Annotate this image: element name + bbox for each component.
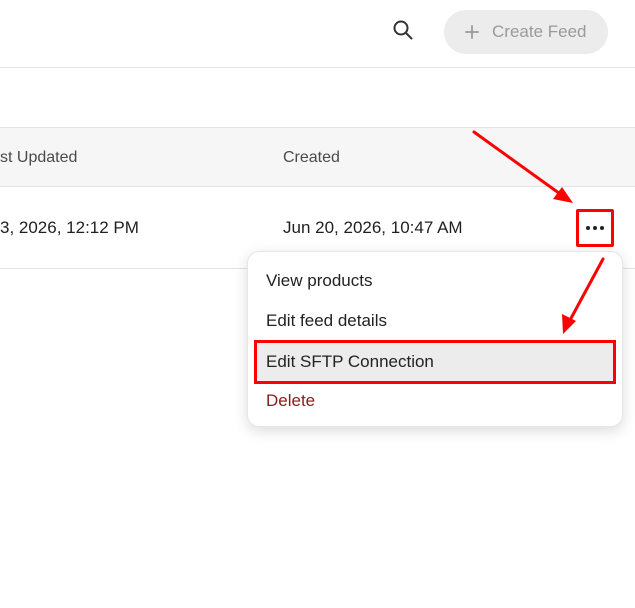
- feeds-page: Create Feed st Updated Created 3, 2026, …: [0, 0, 635, 608]
- more-horizontal-icon: [585, 226, 606, 230]
- column-header-last-updated[interactable]: st Updated: [0, 128, 77, 187]
- top-toolbar: Create Feed: [0, 0, 635, 68]
- search-button[interactable]: [388, 17, 418, 47]
- search-icon: [392, 19, 414, 46]
- menu-item-edit-feed-details[interactable]: Edit feed details: [248, 301, 622, 341]
- create-feed-label: Create Feed: [492, 22, 587, 41]
- menu-item-edit-sftp-connection[interactable]: Edit SFTP Connection: [254, 340, 616, 384]
- cell-last-updated: 3, 2026, 12:12 PM: [0, 218, 139, 237]
- plus-icon: [464, 24, 480, 40]
- column-header-created[interactable]: Created: [283, 128, 340, 187]
- create-feed-button[interactable]: Create Feed: [444, 10, 608, 54]
- row-actions-menu: View products Edit feed details Edit SFT…: [247, 251, 623, 427]
- menu-item-view-products[interactable]: View products: [248, 261, 622, 301]
- menu-item-delete[interactable]: Delete: [248, 381, 622, 421]
- row-actions-button[interactable]: [576, 209, 614, 247]
- table-header: st Updated Created: [0, 127, 635, 187]
